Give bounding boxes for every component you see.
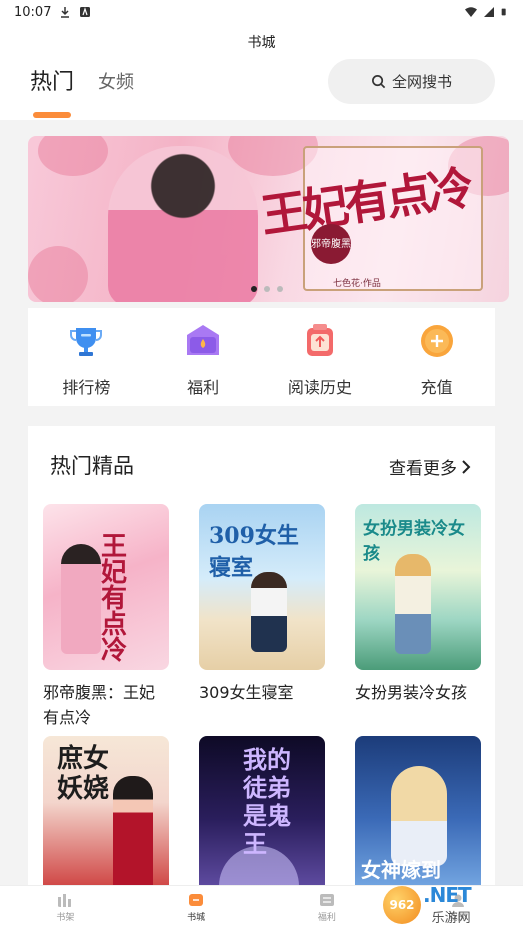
shortcut-welfare-label: 福利 bbox=[187, 378, 220, 397]
nav-bookshelf-label: 书架 bbox=[56, 912, 75, 923]
bookshelf-icon bbox=[58, 893, 72, 907]
top-header: 书城 热门 女频 全网搜书 bbox=[0, 24, 523, 120]
tab-hot[interactable]: 热门 bbox=[30, 64, 74, 96]
banner-decoration bbox=[28, 246, 88, 302]
book-cover: 女扮男装冷女孩 bbox=[355, 504, 481, 670]
gift-icon bbox=[184, 322, 222, 360]
tab-female[interactable]: 女频 bbox=[98, 68, 134, 94]
book-cover-title: 女扮男装冷女孩 bbox=[363, 519, 465, 564]
chevron-right-icon bbox=[462, 459, 471, 474]
book-cover: 女神嫁到 bbox=[355, 736, 481, 902]
coin-icon bbox=[418, 322, 456, 360]
shortcut-recharge-label: 充值 bbox=[420, 378, 453, 397]
wifi-icon bbox=[465, 7, 477, 17]
banner-author: 七色花·作品 bbox=[333, 279, 381, 289]
watermark-sub: 乐游网 bbox=[431, 911, 471, 926]
download-icon bbox=[61, 7, 70, 18]
nav-welfare-label: 福利 bbox=[317, 912, 336, 923]
book-title: 309女生寝室 bbox=[199, 683, 294, 702]
nav-bookshelf[interactable]: 书架 bbox=[0, 886, 131, 929]
hot-books-section: 热门精品 查看更多 王妃有点冷 邪帝腹黑：王妃有点冷 309女生寝室 309女生… bbox=[28, 426, 495, 906]
carousel-dot[interactable] bbox=[251, 286, 257, 292]
shortcut-history[interactable]: 阅读历史 bbox=[262, 308, 379, 406]
watermark-net: .NET bbox=[423, 883, 472, 907]
watermark-badge: 962 bbox=[383, 885, 421, 924]
status-time: 10:07 bbox=[14, 4, 52, 20]
book-cover: 309女生寝室 bbox=[199, 504, 325, 670]
view-more-link[interactable]: 查看更多 bbox=[389, 454, 471, 479]
search-label: 全网搜书 bbox=[391, 73, 452, 91]
carousel-dot[interactable] bbox=[277, 286, 283, 292]
bookstore-icon bbox=[189, 893, 204, 906]
page-title: 书城 bbox=[247, 35, 276, 51]
shortcut-recharge[interactable]: 充值 bbox=[378, 308, 495, 406]
search-button[interactable]: 全网搜书 bbox=[328, 59, 495, 104]
book-cover: 我的徒弟是鬼王 bbox=[199, 736, 325, 902]
book-cover: 庶女妖娆 bbox=[43, 736, 169, 902]
active-tab-indicator bbox=[33, 112, 71, 118]
banner-decoration bbox=[38, 136, 108, 176]
app-screen: 10:07 书城 热门 女频 全网搜书 王妃有点冷 邪帝腹黑 七色花·作品 排行… bbox=[0, 0, 523, 929]
nav-bookstore[interactable]: 书城 bbox=[131, 886, 262, 929]
watermark-logo: 962 .NET 乐游网 bbox=[383, 880, 523, 929]
book-cover: 王妃有点冷 bbox=[43, 504, 169, 670]
nav-welfare[interactable]: 福利 bbox=[262, 886, 393, 929]
shortcut-ranking-label: 排行榜 bbox=[62, 378, 111, 397]
shortcut-history-label: 阅读历史 bbox=[287, 378, 352, 397]
battery-icon bbox=[501, 8, 506, 16]
book-cover-title: 309女生寝室 bbox=[209, 523, 299, 581]
book-card[interactable]: 309女生寝室 309女生寝室 bbox=[199, 504, 325, 705]
nav-bookstore-label: 书城 bbox=[187, 912, 206, 923]
shortcut-ranking[interactable]: 排行榜 bbox=[28, 308, 145, 406]
book-title: 女扮男装冷女孩 bbox=[355, 683, 468, 702]
carousel-dots bbox=[251, 286, 283, 292]
book-cover-title: 我的徒弟是鬼王 bbox=[243, 745, 291, 858]
section-title: 热门精品 bbox=[50, 454, 134, 478]
book-title: 邪帝腹黑：王妃有点冷 bbox=[43, 683, 156, 727]
book-cover-title: 女神嫁到 bbox=[361, 858, 441, 882]
welfare-icon bbox=[319, 893, 334, 906]
notification-icon bbox=[80, 7, 91, 17]
history-icon bbox=[301, 322, 339, 360]
trophy-icon bbox=[67, 322, 105, 360]
status-bar: 10:07 bbox=[0, 0, 523, 24]
book-card[interactable]: 王妃有点冷 邪帝腹黑：王妃有点冷 bbox=[43, 504, 169, 730]
view-more-label: 查看更多 bbox=[389, 459, 457, 479]
book-cover-title: 王妃有点冷 bbox=[101, 532, 128, 666]
carousel-dot[interactable] bbox=[264, 286, 270, 292]
shortcut-welfare[interactable]: 福利 bbox=[145, 308, 262, 406]
banner-seal: 邪帝腹黑 bbox=[311, 224, 351, 264]
book-cover-title: 庶女妖娆 bbox=[57, 744, 110, 804]
banner-carousel[interactable]: 王妃有点冷 邪帝腹黑 七色花·作品 bbox=[28, 136, 509, 302]
shortcut-row: 排行榜 福利 阅读历史 充值 bbox=[28, 308, 495, 406]
search-icon bbox=[372, 75, 386, 89]
book-card[interactable]: 女扮男装冷女孩 女扮男装冷女孩 bbox=[355, 504, 481, 705]
signal-icon bbox=[484, 7, 494, 17]
watermark-text: .NET 乐游网 bbox=[423, 883, 472, 926]
banner-character-image bbox=[108, 146, 258, 302]
